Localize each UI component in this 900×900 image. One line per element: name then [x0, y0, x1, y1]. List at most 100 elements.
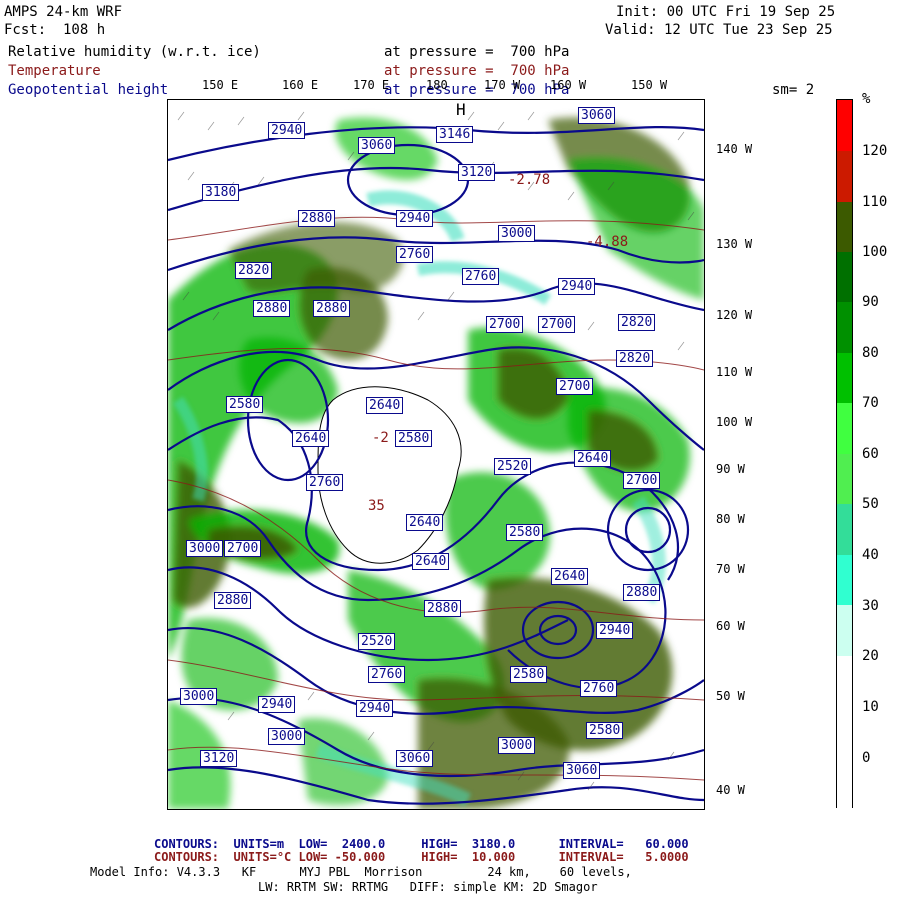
lon-label: 150 E [202, 78, 239, 92]
temperature-label: 35 [368, 498, 385, 514]
height-label: 2940 [396, 210, 434, 227]
colorbar-swatch [837, 100, 852, 151]
height-label: 2700 [486, 316, 524, 333]
colorbar-label: 0 [862, 750, 871, 766]
height-label: 3060 [358, 137, 396, 154]
height-label: 3000 [498, 225, 536, 242]
lon-label: 150 W [631, 78, 668, 92]
height-label: 3060 [578, 107, 616, 124]
lon-label: 170 E [353, 78, 390, 92]
height-label: 2760 [462, 268, 500, 285]
colorbar-swatch [837, 504, 852, 555]
field1-level: at pressure = 700 hPa [384, 44, 570, 60]
lat-label: 80 W [716, 512, 745, 526]
height-label: 2640 [574, 450, 612, 467]
height-label: 2880 [253, 300, 291, 317]
height-label: 2700 [623, 472, 661, 489]
valid-time: Valid: 12 UTC Tue 23 Sep 25 [605, 22, 833, 38]
height-label: 2880 [298, 210, 336, 227]
lat-label: 120 W [716, 308, 753, 322]
lon-label: 160 W [550, 78, 587, 92]
height-label: 2940 [268, 122, 306, 139]
height-label: 2820 [618, 314, 656, 331]
height-label: 3120 [200, 750, 238, 767]
init-time: Init: 00 UTC Fri 19 Sep 25 [616, 4, 836, 20]
height-label: 3060 [396, 750, 434, 767]
temperature-label: -2.78 [508, 172, 551, 188]
height-label: 2580 [586, 722, 624, 739]
temperature-label: -4.88 [586, 234, 629, 250]
weather-map: 2940 3060 3146 3120 3180 3060 2880 2940 … [167, 99, 705, 810]
colorbar-swatch [837, 656, 852, 808]
lat-label: 60 W [716, 619, 745, 633]
height-label: 2640 [292, 430, 330, 447]
high-pressure-marker: H [456, 100, 466, 119]
height-label: 2760 [580, 680, 618, 697]
lon-label: 180 [426, 78, 448, 92]
colorbar-label: 70 [862, 395, 879, 411]
height-label: 3000 [498, 737, 536, 754]
colorbar-label: 100 [862, 244, 888, 260]
height-label: 2640 [551, 568, 589, 585]
temperature-label: -2 [372, 430, 389, 446]
smoothing-label: sm= 2 [772, 82, 815, 98]
height-label: 2700 [538, 316, 576, 333]
height-label: 3060 [563, 762, 601, 779]
colorbar-swatch [837, 403, 852, 454]
lat-label: 70 W [716, 562, 745, 576]
height-label: 3146 [436, 126, 474, 143]
field3-level: at pressure = 700 hPa [384, 82, 570, 98]
height-label: 2640 [412, 553, 450, 570]
colorbar-label: 20 [862, 648, 879, 664]
colorbar-label: 10 [862, 699, 879, 715]
colorbar-label: 50 [862, 496, 879, 512]
height-label: 2880 [623, 584, 661, 601]
colorbar-swatch [837, 605, 852, 656]
field2-level: at pressure = 700 hPa [384, 63, 570, 79]
height-label: 2760 [368, 666, 406, 683]
colorbar-swatch [837, 202, 852, 252]
colorbar-unit: % [862, 91, 871, 107]
colorbar-label: 30 [862, 598, 879, 614]
colorbar-label: 120 [862, 143, 888, 159]
height-label: 2940 [596, 622, 634, 639]
height-label: 2580 [395, 430, 433, 447]
height-label: 2700 [556, 378, 594, 395]
lat-label: 90 W [716, 462, 745, 476]
lat-label: 40 W [716, 783, 745, 797]
height-label: 2760 [396, 246, 434, 263]
height-label: 2820 [235, 262, 273, 279]
height-label: 2580 [506, 524, 544, 541]
temperature-contour-info: CONTOURS: UNITS=°C LOW= -50.000 HIGH= 10… [154, 850, 689, 864]
lon-label: 160 E [282, 78, 319, 92]
height-label: 2760 [306, 474, 344, 491]
lat-label: 130 W [716, 237, 753, 251]
colorbar-label: 90 [862, 294, 879, 310]
height-label: 2640 [406, 514, 444, 531]
height-label: 3000 [268, 728, 306, 745]
height-label: 2940 [258, 696, 296, 713]
height-label: 3000 [186, 540, 224, 557]
lat-label: 50 W [716, 689, 745, 703]
lon-label: 170 W [484, 78, 521, 92]
colorbar-swatch [837, 302, 852, 353]
forecast-map-page: { "header": { "model": "AMPS 24-km WRF",… [0, 0, 900, 900]
height-label: 2640 [366, 397, 404, 414]
height-label: 3120 [458, 164, 496, 181]
height-label: 2820 [616, 350, 654, 367]
field2-name: Temperature [8, 63, 101, 79]
height-label: 2940 [356, 700, 394, 717]
model-info-line1: Model Info: V4.3.3 KF MYJ PBL Morrison 2… [90, 865, 632, 879]
map-canvas [168, 111, 704, 809]
colorbar-swatch [837, 555, 852, 605]
height-label: 2580 [510, 666, 548, 683]
model-info-line2: LW: RRTM SW: RRTMG DIFF: simple KM: 2D S… [258, 880, 598, 894]
colorbar-swatch [837, 151, 852, 202]
height-label: 2940 [558, 278, 596, 295]
colorbar-swatch [837, 454, 852, 504]
height-label: 2700 [224, 540, 262, 557]
colorbar-swatch [837, 353, 852, 403]
colorbar-swatch [837, 252, 852, 302]
lat-label: 140 W [716, 142, 753, 156]
field1-name: Relative humidity (w.r.t. ice) [8, 44, 261, 60]
